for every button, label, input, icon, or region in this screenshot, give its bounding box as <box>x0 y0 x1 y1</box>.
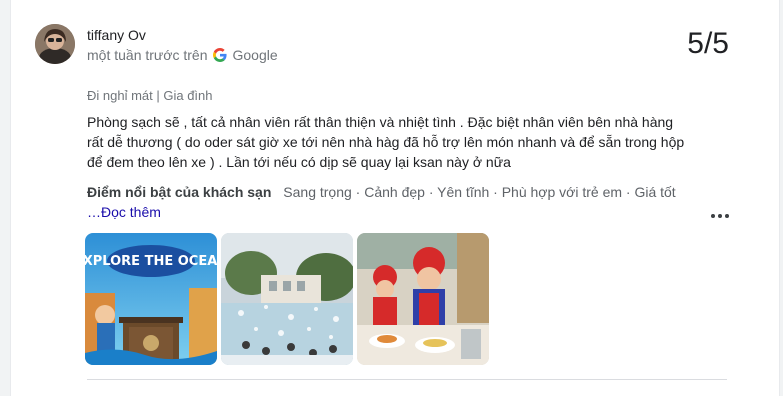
review-card: tiffany Ov một tuần trước trên Google 5/… <box>10 0 780 396</box>
review-photo-1[interactable]: EXPLORE THE OCEAN <box>85 233 217 365</box>
read-more-link[interactable]: …Đọc thêm <box>87 204 161 220</box>
divider <box>87 379 727 380</box>
review-text: Phòng sạch sẽ , tất cả nhân viên rất thâ… <box>87 112 697 172</box>
hotel-highlights: Điểm nổi bật của khách sạn Sang trọng · … <box>87 184 676 200</box>
highlights-title: Điểm nổi bật của khách sạn <box>87 184 272 200</box>
review-text-line: để đem theo lên xe ) . Lần tới nếu có dị… <box>87 154 511 170</box>
trip-type: Đi nghỉ mát | Gia đình <box>87 88 213 103</box>
highlights-values: Sang trọng · Cảnh đẹp · Yên tĩnh · Phù h… <box>283 184 676 200</box>
review-score: 5/5 <box>687 27 729 60</box>
more-options-icon[interactable] <box>707 206 733 226</box>
review-meta: một tuần trước trên Google <box>87 47 278 63</box>
review-source: Google <box>232 47 278 63</box>
photo-banner-text: EXPLORE THE OCEAN <box>85 254 217 269</box>
review-text-line: rất dễ thương ( do oder sát giờ xe tới n… <box>87 134 685 150</box>
review-photo-2[interactable] <box>221 233 353 365</box>
time-ago: một tuần trước trên <box>87 47 208 63</box>
avatar[interactable] <box>35 24 75 64</box>
author-name[interactable]: tiffany Ov <box>87 27 146 43</box>
review-text-line: Phòng sạch sẽ , tất cả nhân viên rất thâ… <box>87 114 674 130</box>
review-photo-3[interactable] <box>357 233 489 365</box>
google-g-icon <box>213 48 228 62</box>
